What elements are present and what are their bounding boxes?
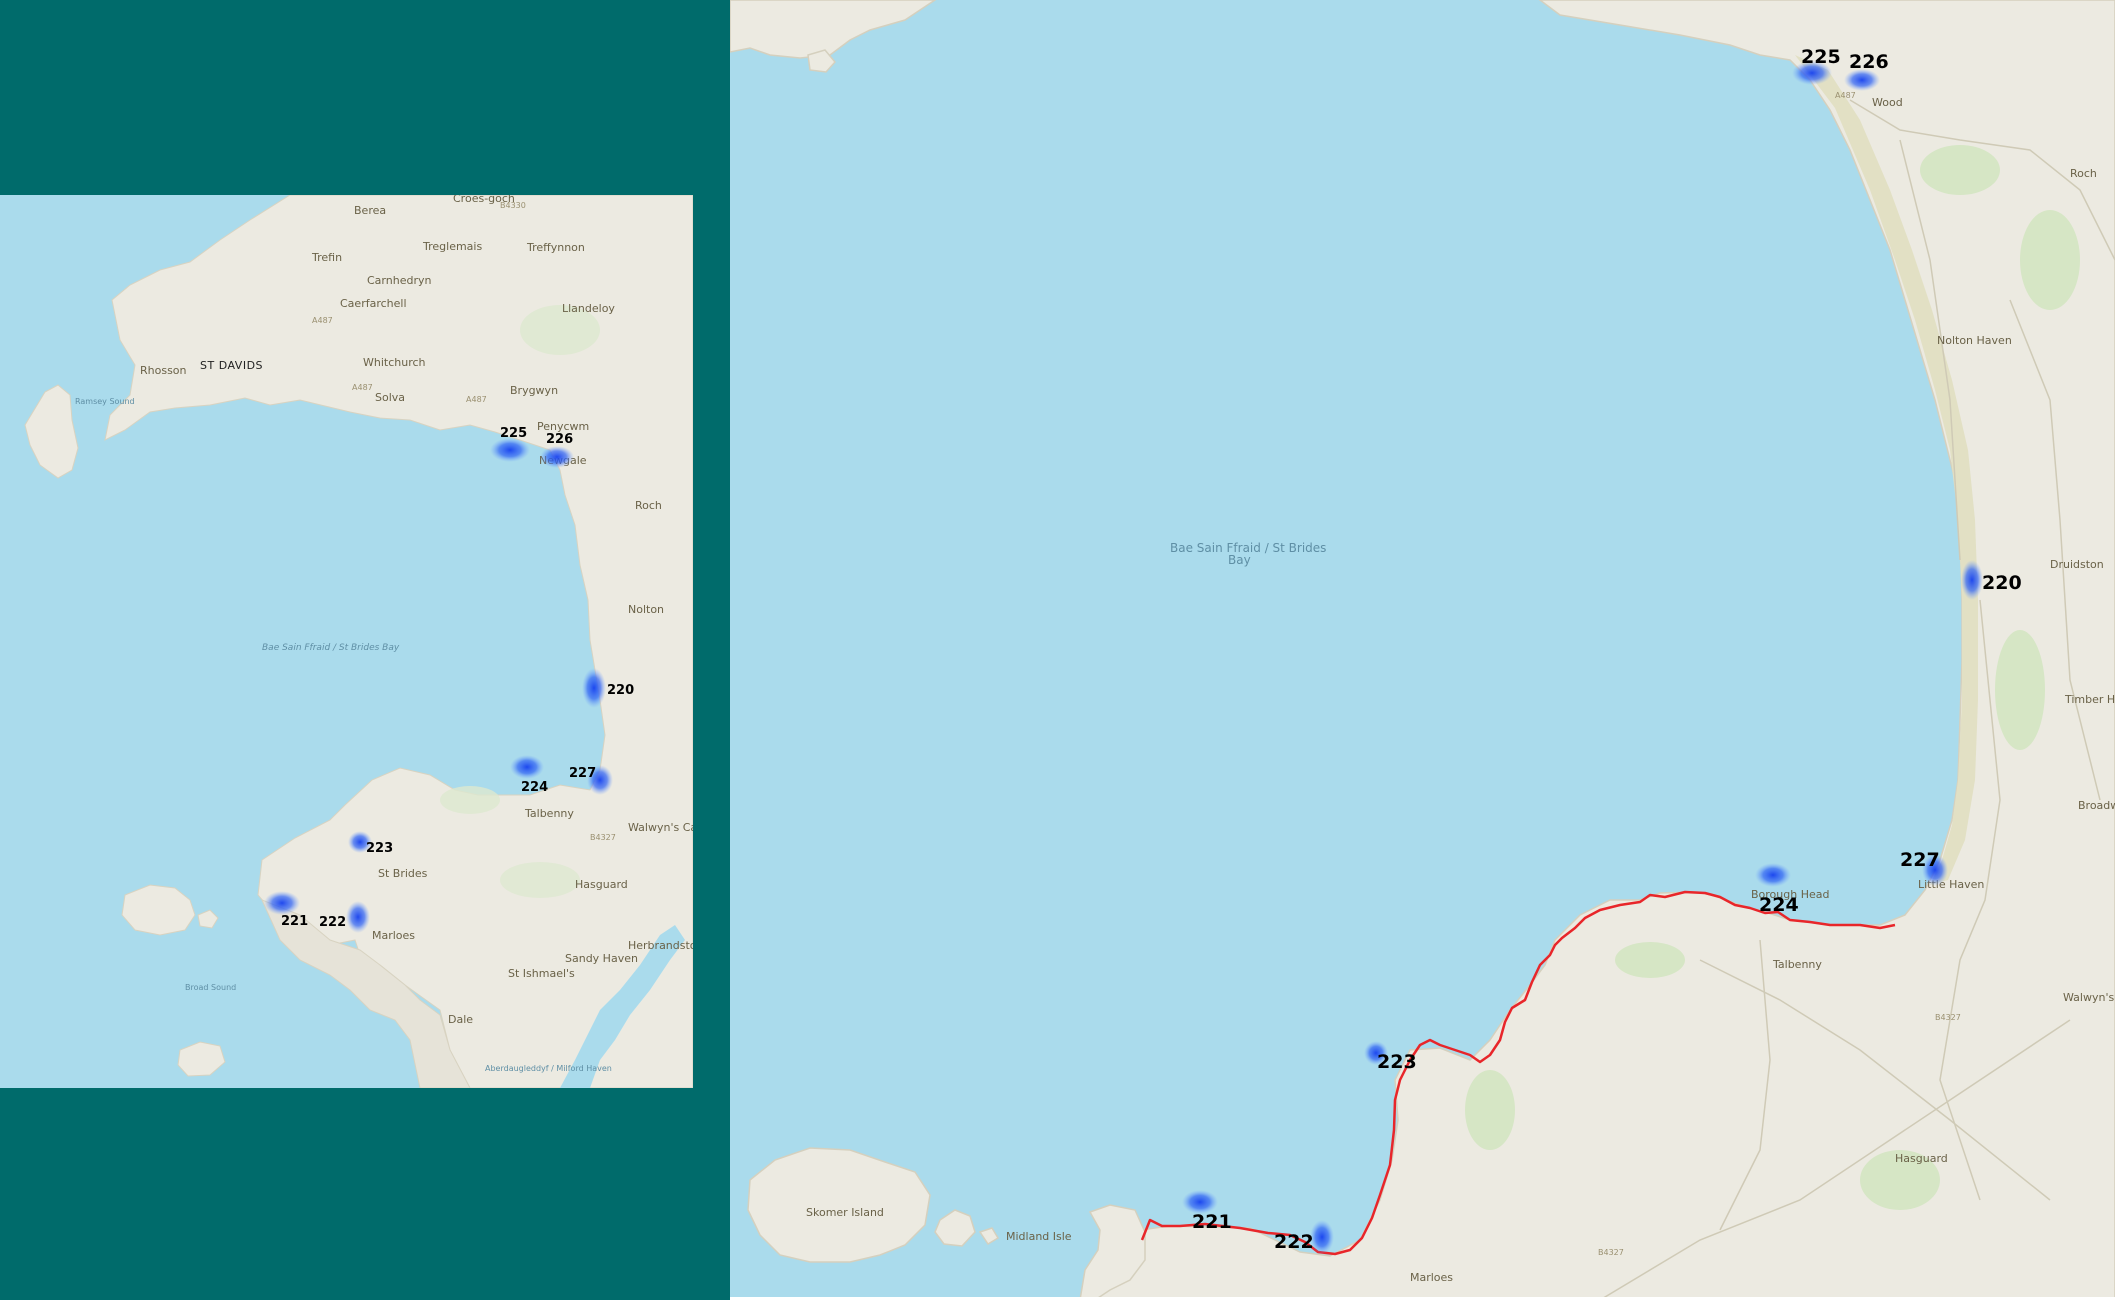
marker-label-224: 224 xyxy=(1759,894,1799,916)
woodland xyxy=(1920,145,2000,195)
detail-map[interactable]: Bae Sain Ffraid / St Brides Bay Wood Roc… xyxy=(730,0,2115,1300)
marker-blob[interactable] xyxy=(510,755,544,779)
overview-milford-label: Aberdaugleddyf / Milford Haven xyxy=(485,1064,612,1073)
woodland xyxy=(2020,210,2080,310)
place-st-davids: ST DAVIDS xyxy=(200,359,263,372)
place-nolton-haven: Nolton Haven xyxy=(1937,334,2012,347)
map-compare-view: Bae Sain Ffraid / St Brides Bay Ramsey S… xyxy=(0,0,2115,1300)
marker-label-224: 224 xyxy=(521,780,548,795)
place-berea: Berea xyxy=(354,204,386,217)
place-dale: Dale xyxy=(448,1013,473,1026)
marker-blob[interactable] xyxy=(582,668,606,708)
marker-label-226: 226 xyxy=(1849,51,1889,73)
place-broadway: Broadwa xyxy=(2078,799,2115,812)
place-hasguard: Hasguard xyxy=(1895,1152,1948,1165)
overview-sea-label: Bae Sain Ffraid / St Brides Bay xyxy=(262,643,400,653)
place-st-ishmaels: St Ishmael's xyxy=(508,967,575,980)
place-caerfarchell: Caerfarchell xyxy=(340,297,407,310)
woodland xyxy=(1465,1070,1515,1150)
road-b4327: B4327 xyxy=(1598,1248,1624,1257)
place-marloes: Marloes xyxy=(372,929,415,942)
place-st-brides: St Brides xyxy=(378,867,428,880)
place-roch: Roch xyxy=(635,499,662,512)
place-skomer-island: Skomer Island xyxy=(806,1206,884,1219)
marker-blob[interactable] xyxy=(264,891,300,915)
overview-broad-sound-label: Broad Sound xyxy=(185,983,236,992)
place-rhosson: Rhosson xyxy=(140,364,187,377)
marker-label-227: 227 xyxy=(569,766,596,781)
marker-label-220: 220 xyxy=(1982,572,2022,594)
woodland xyxy=(440,786,500,814)
place-wood: Wood xyxy=(1872,96,1903,109)
place-midland-isle: Midland Isle xyxy=(1006,1230,1072,1243)
marker-label-222: 222 xyxy=(319,915,346,930)
place-talbenny: Talbenny xyxy=(1772,958,1822,971)
marker-label-223: 223 xyxy=(366,841,393,856)
marker-blob[interactable] xyxy=(490,438,530,462)
place-carnhedryn: Carnhedryn xyxy=(367,274,431,287)
place-treffynnon: Treffynnon xyxy=(526,241,585,254)
overview-map[interactable]: Bae Sain Ffraid / St Brides Bay Ramsey S… xyxy=(0,192,717,1088)
marker-label-225: 225 xyxy=(1801,46,1841,68)
road-a487: A487 xyxy=(466,395,487,404)
place-treglemais: Treglemais xyxy=(422,240,482,253)
marker-blob[interactable] xyxy=(346,901,370,933)
woodland xyxy=(500,862,580,898)
place-walwyns-castle: Walwyn's Ca xyxy=(2063,991,2115,1004)
woodland xyxy=(1615,942,1685,978)
place-talbenny: Talbenny xyxy=(524,807,574,820)
place-sandy-haven: Sandy Haven xyxy=(565,952,638,965)
road-b4327: B4327 xyxy=(590,833,616,842)
marker-label-220: 220 xyxy=(607,683,634,698)
marker-label-221: 221 xyxy=(1192,1211,1232,1233)
road-a487: A487 xyxy=(312,316,333,325)
place-marloes: Marloes xyxy=(1410,1271,1453,1284)
place-hasguard: Hasguard xyxy=(575,878,628,891)
place-druidston: Druidston xyxy=(2050,558,2104,571)
marker-blob[interactable] xyxy=(540,446,574,468)
marker-label-227: 227 xyxy=(1900,849,1940,871)
place-herbrandston: Herbrandston xyxy=(628,939,704,952)
place-llandeloy: Llandeloy xyxy=(562,302,615,315)
road-b4330: B4330 xyxy=(500,201,526,210)
marker-label-226: 226 xyxy=(546,432,573,447)
marker-blob[interactable] xyxy=(1961,560,1983,600)
road-a487: A487 xyxy=(1835,91,1856,100)
marker-label-223: 223 xyxy=(1377,1051,1417,1073)
place-roch: Roch xyxy=(2070,167,2097,180)
place-timber-hill: Timber Hill xyxy=(2064,693,2115,706)
road-a487: A487 xyxy=(352,383,373,392)
place-solva: Solva xyxy=(375,391,405,404)
marker-label-222: 222 xyxy=(1274,1231,1314,1253)
place-trefin: Trefin xyxy=(311,251,342,264)
map-canvas: Bae Sain Ffraid / St Brides Bay Ramsey S… xyxy=(0,0,2115,1300)
detail-sea-label-2: Bay xyxy=(1228,553,1251,567)
woodland xyxy=(1995,630,2045,750)
road-b4327: B4327 xyxy=(1935,1013,1961,1022)
marker-label-225: 225 xyxy=(500,426,527,441)
overview-ramsey-sound-label: Ramsey Sound xyxy=(75,397,135,406)
place-whitchurch: Whitchurch xyxy=(363,356,426,369)
marker-label-221: 221 xyxy=(281,914,308,929)
place-brygwyn: Brygwyn xyxy=(510,384,558,397)
marker-blob[interactable] xyxy=(1755,863,1791,887)
place-nolton: Nolton xyxy=(628,603,664,616)
